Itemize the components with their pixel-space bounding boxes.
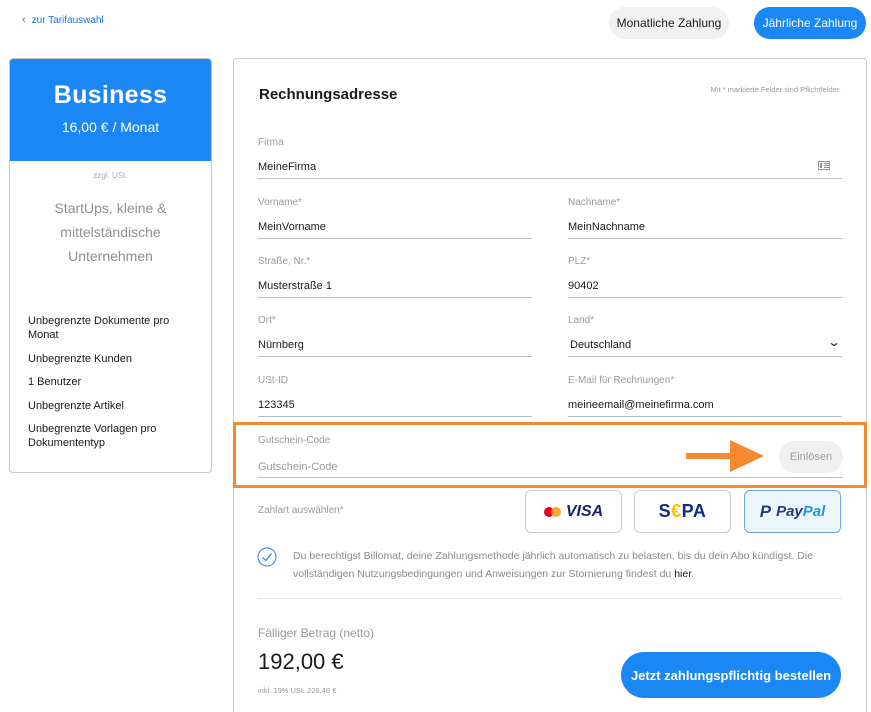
form-title: Rechnungsadresse — [259, 86, 398, 103]
redeem-coupon-button[interactable]: Einlösen — [779, 441, 843, 473]
paypal-logo: PayPal — [776, 503, 826, 520]
plan-feature: Unbegrenzte Dokumente pro Monat — [28, 315, 170, 341]
payment-option-visa[interactable]: VISA — [525, 490, 622, 533]
divider — [258, 598, 842, 599]
payment-option-sepa[interactable]: S€PA — [634, 490, 731, 533]
company-field[interactable]: Firma MeineFirma — [258, 137, 842, 179]
invoice-email-value: meineemail@meinefirma.com — [568, 399, 714, 411]
last-name-value: MeinNachname — [568, 221, 646, 233]
company-label: Firma — [258, 137, 284, 148]
plan-header: Business 16,00 € / Monat — [10, 59, 211, 161]
payment-option-paypal[interactable]: P PayPal — [744, 490, 841, 533]
mastercard-icon — [543, 506, 561, 517]
country-value: Deutschland — [570, 339, 632, 351]
paypal-icon: P — [759, 501, 772, 521]
monthly-payment-toggle[interactable]: Monatliche Zahlung — [609, 7, 729, 39]
visa-logo: VISA — [565, 502, 604, 520]
city-label: Ort* — [258, 315, 276, 326]
last-name-field[interactable]: Nachname* MeinNachname — [568, 197, 842, 239]
plan-feature: Unbegrenzte Kunden — [28, 352, 132, 365]
due-amount-label: Fälliger Betrag (netto) — [258, 626, 375, 640]
street-value: Musterstraße 1 — [258, 280, 332, 292]
zip-field[interactable]: PLZ* 90402 — [568, 256, 842, 298]
vat-id-field[interactable]: USt-ID 123345 — [258, 375, 532, 417]
plan-tax-note: zzgl. USt. — [93, 171, 128, 180]
invoice-email-field[interactable]: E-Mail für Rechnungen* meineemail@meinef… — [568, 375, 842, 417]
back-to-plans-link[interactable]: ‹ zur Tarifauswahl — [22, 14, 104, 26]
plan-description: StartUps, kleine & mittelständische Unte… — [54, 200, 167, 264]
invoice-email-label: E-Mail für Rechnungen* — [568, 375, 675, 386]
plan-feature: Unbegrenzte Vorlagen pro Dokumententyp — [28, 423, 157, 449]
plan-feature-list: Unbegrenzte Dokumente pro Monat Unbegren… — [10, 314, 211, 450]
terms-link[interactable]: hier — [674, 568, 691, 580]
arrow-right-icon — [686, 440, 764, 472]
chevron-down-icon[interactable]: ⌄ — [827, 335, 840, 349]
zip-value: 90402 — [568, 280, 599, 292]
country-label: Land* — [568, 315, 595, 326]
contact-card-icon[interactable] — [818, 161, 830, 170]
coupon-section: Gutschein-Code Einlösen — [233, 422, 867, 488]
plan-name: Business — [53, 81, 168, 109]
yearly-payment-toggle[interactable]: Jährliche Zahlung — [754, 7, 866, 39]
plan-feature: 1 Benutzer — [28, 376, 82, 388]
vat-id-value: 123345 — [258, 399, 295, 411]
chevron-left-icon: ‹ — [22, 14, 26, 26]
back-link-label: zur Tarifauswahl — [31, 14, 104, 26]
coupon-label: Gutschein-Code — [258, 435, 331, 446]
last-name-label: Nachname* — [568, 197, 621, 208]
place-order-button[interactable]: Jetzt zahlungspflichtig bestellen — [621, 652, 841, 698]
vat-id-label: USt-ID — [258, 375, 288, 386]
plan-price: 16,00 € / Monat — [61, 119, 160, 135]
payment-method-label: Zahlart auswählen* — [258, 505, 344, 516]
sepa-logo: S€PA — [658, 501, 707, 521]
plan-feature: Unbegrenzte Artikel — [28, 399, 124, 412]
first-name-field[interactable]: Vorname* MeinVorname — [258, 197, 532, 239]
zip-label: PLZ* — [568, 256, 591, 267]
billing-form-card: Rechnungsadresse Mit * markierte Felder … — [233, 58, 867, 712]
company-value: MeineFirma — [258, 161, 317, 173]
city-field[interactable]: Ort* Nürnberg — [258, 315, 532, 357]
consent-text: Du berechtigst Billomat, deine Zahlungsm… — [293, 550, 814, 580]
due-amount: 192,00 € — [258, 649, 344, 674]
city-value: Nürnberg — [258, 339, 304, 351]
street-label: Straße, Nr.* — [258, 256, 311, 267]
consent-checkbox-icon[interactable] — [257, 547, 277, 567]
first-name-value: MeinVorname — [258, 221, 326, 233]
street-field[interactable]: Straße, Nr.* Musterstraße 1 — [258, 256, 532, 298]
due-tax-note: inkl. 19% USt. 228,48 € — [258, 686, 337, 695]
plan-card: Business 16,00 € / Monat zzgl. USt. Star… — [9, 58, 212, 473]
first-name-label: Vorname* — [258, 197, 302, 208]
country-select[interactable]: Land* Deutschland ⌄ — [568, 315, 842, 357]
required-fields-note: Mit * markierte Felder sind Pflichtfelde… — [710, 85, 841, 94]
